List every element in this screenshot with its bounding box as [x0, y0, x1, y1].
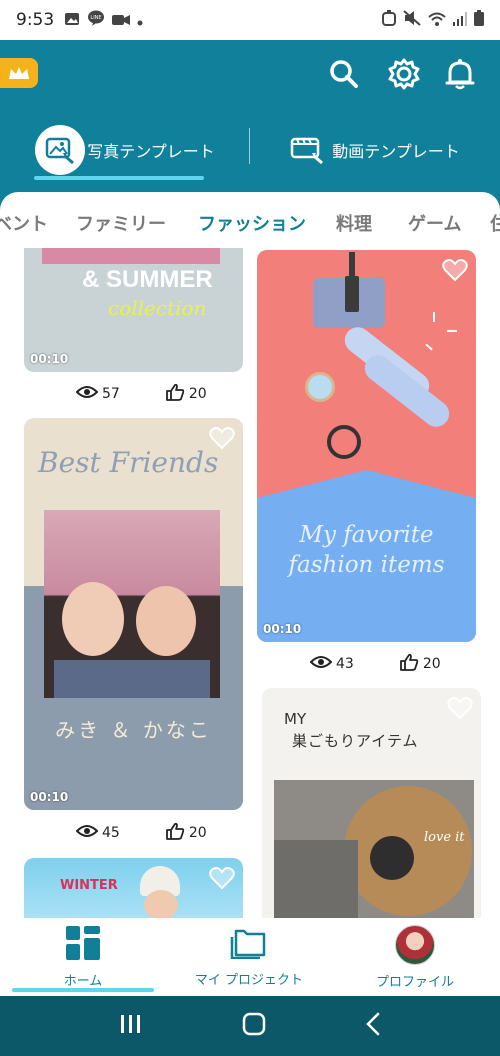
category-cooking[interactable]: 料理 [336, 210, 372, 236]
home-grid-icon [66, 925, 100, 964]
template-card[interactable]: WINTER [24, 858, 243, 918]
card-duration: 00:10 [30, 352, 69, 366]
nav-profile[interactable]: プロファイル [332, 918, 498, 996]
recents-icon[interactable] [119, 1014, 143, 1038]
heart-icon[interactable] [442, 258, 468, 286]
signal-icon [453, 11, 467, 30]
like-count: 20 [188, 386, 207, 402]
category-housing[interactable]: 住 [490, 210, 500, 236]
thumbs-up-icon[interactable] [165, 822, 185, 844]
view-count: 43 [336, 656, 354, 672]
eye-icon [75, 385, 99, 403]
template-card[interactable]: My favorite fashion items 00:10 [257, 250, 476, 642]
thumbs-up-icon[interactable] [399, 653, 419, 675]
mute-icon [403, 10, 421, 30]
line-icon: LINE [87, 10, 105, 30]
gear-icon[interactable] [386, 56, 422, 92]
card-duration: 00:10 [30, 790, 69, 804]
video-icon [112, 11, 131, 30]
video-template-icon [290, 136, 324, 164]
avatar [395, 924, 435, 965]
tab-photo-template[interactable]: 写真テンプレート [0, 120, 250, 180]
tab-photo-template-label: 写真テンプレート [87, 142, 215, 161]
alarm-icon [382, 10, 396, 30]
app-header: 写真テンプレート 動画テンプレート [0, 40, 500, 210]
nav-my-project-label: マイ プロジェクト [194, 972, 304, 988]
eye-icon [75, 824, 99, 842]
card-stats: 43 20 [309, 653, 441, 675]
tab-divider [249, 128, 250, 164]
crown-icon[interactable] [0, 58, 38, 88]
system-nav-bar [0, 996, 500, 1056]
template-grid: & SUMMER collection 00:10 57 20 My favor… [0, 248, 500, 918]
content-panel: ベント ファミリー ファッション 料理 ゲーム 住 & SUMMER colle… [0, 192, 500, 918]
folder-icon [230, 927, 268, 963]
card-title: WINTER [60, 878, 118, 893]
status-bar: 9:53 LINE [0, 0, 500, 40]
card-stats: 57 20 [75, 383, 207, 405]
bottom-nav: ホーム マイ プロジェクト プロファイル [0, 918, 500, 996]
nav-my-project[interactable]: マイ プロジェクト [166, 918, 332, 996]
photo-placeholder [44, 510, 220, 698]
card-subtitle: みき ＆ かなこ [55, 718, 212, 742]
bell-icon[interactable] [442, 56, 478, 92]
category-fashion[interactable]: ファッション [198, 210, 306, 236]
category-tabs: ベント ファミリー ファッション 料理 ゲーム 住 [0, 206, 500, 240]
category-event[interactable]: ベント [0, 210, 48, 236]
status-time: 9:53 [16, 10, 55, 30]
heart-icon[interactable] [209, 866, 235, 894]
template-card[interactable]: & SUMMER collection 00:10 [24, 248, 243, 372]
card-subtitle: 巣ごもりアイテム [292, 732, 419, 750]
thumbs-up-icon[interactable] [165, 383, 185, 405]
home-icon[interactable] [242, 1012, 266, 1040]
nav-home[interactable]: ホーム [0, 918, 166, 996]
view-count: 57 [102, 386, 120, 402]
nav-profile-label: プロファイル [375, 974, 454, 990]
category-game[interactable]: ゲーム [408, 210, 461, 236]
nav-home-label: ホーム [63, 973, 103, 989]
card-title: Best Friends [38, 446, 219, 479]
card-title: & SUMMER [82, 266, 213, 293]
heart-icon[interactable] [209, 426, 235, 454]
card-duration: 00:10 [263, 622, 302, 636]
category-family[interactable]: ファミリー [76, 210, 166, 236]
template-card[interactable]: MY 巣ごもりアイテム love it [262, 688, 481, 918]
card-subtitle: collection [108, 296, 207, 320]
card-stats: 45 20 [75, 822, 207, 844]
template-card[interactable]: Best Friends みき ＆ かなこ 00:10 [24, 418, 243, 810]
tab-video-template[interactable]: 動画テンプレート [250, 120, 500, 180]
card-caption: love it [424, 830, 465, 845]
heart-icon[interactable] [447, 696, 473, 724]
svg-text:LINE: LINE [91, 15, 102, 21]
photo-placeholder: love it [274, 780, 474, 918]
like-count: 20 [422, 656, 441, 672]
photo-template-icon [35, 125, 86, 175]
card-title: My favorite [299, 522, 434, 548]
eye-icon [309, 655, 333, 673]
card-subtitle: fashion items [288, 552, 445, 578]
back-icon[interactable] [365, 1012, 381, 1040]
dot-icon [137, 11, 143, 30]
image-icon [64, 11, 80, 30]
search-icon[interactable] [326, 56, 362, 92]
tab-video-template-label: 動画テンプレート [332, 142, 460, 161]
battery-icon [474, 10, 484, 30]
card-title: MY [284, 710, 307, 728]
like-count: 20 [188, 825, 207, 841]
wifi-icon [428, 11, 446, 30]
view-count: 45 [102, 825, 120, 841]
